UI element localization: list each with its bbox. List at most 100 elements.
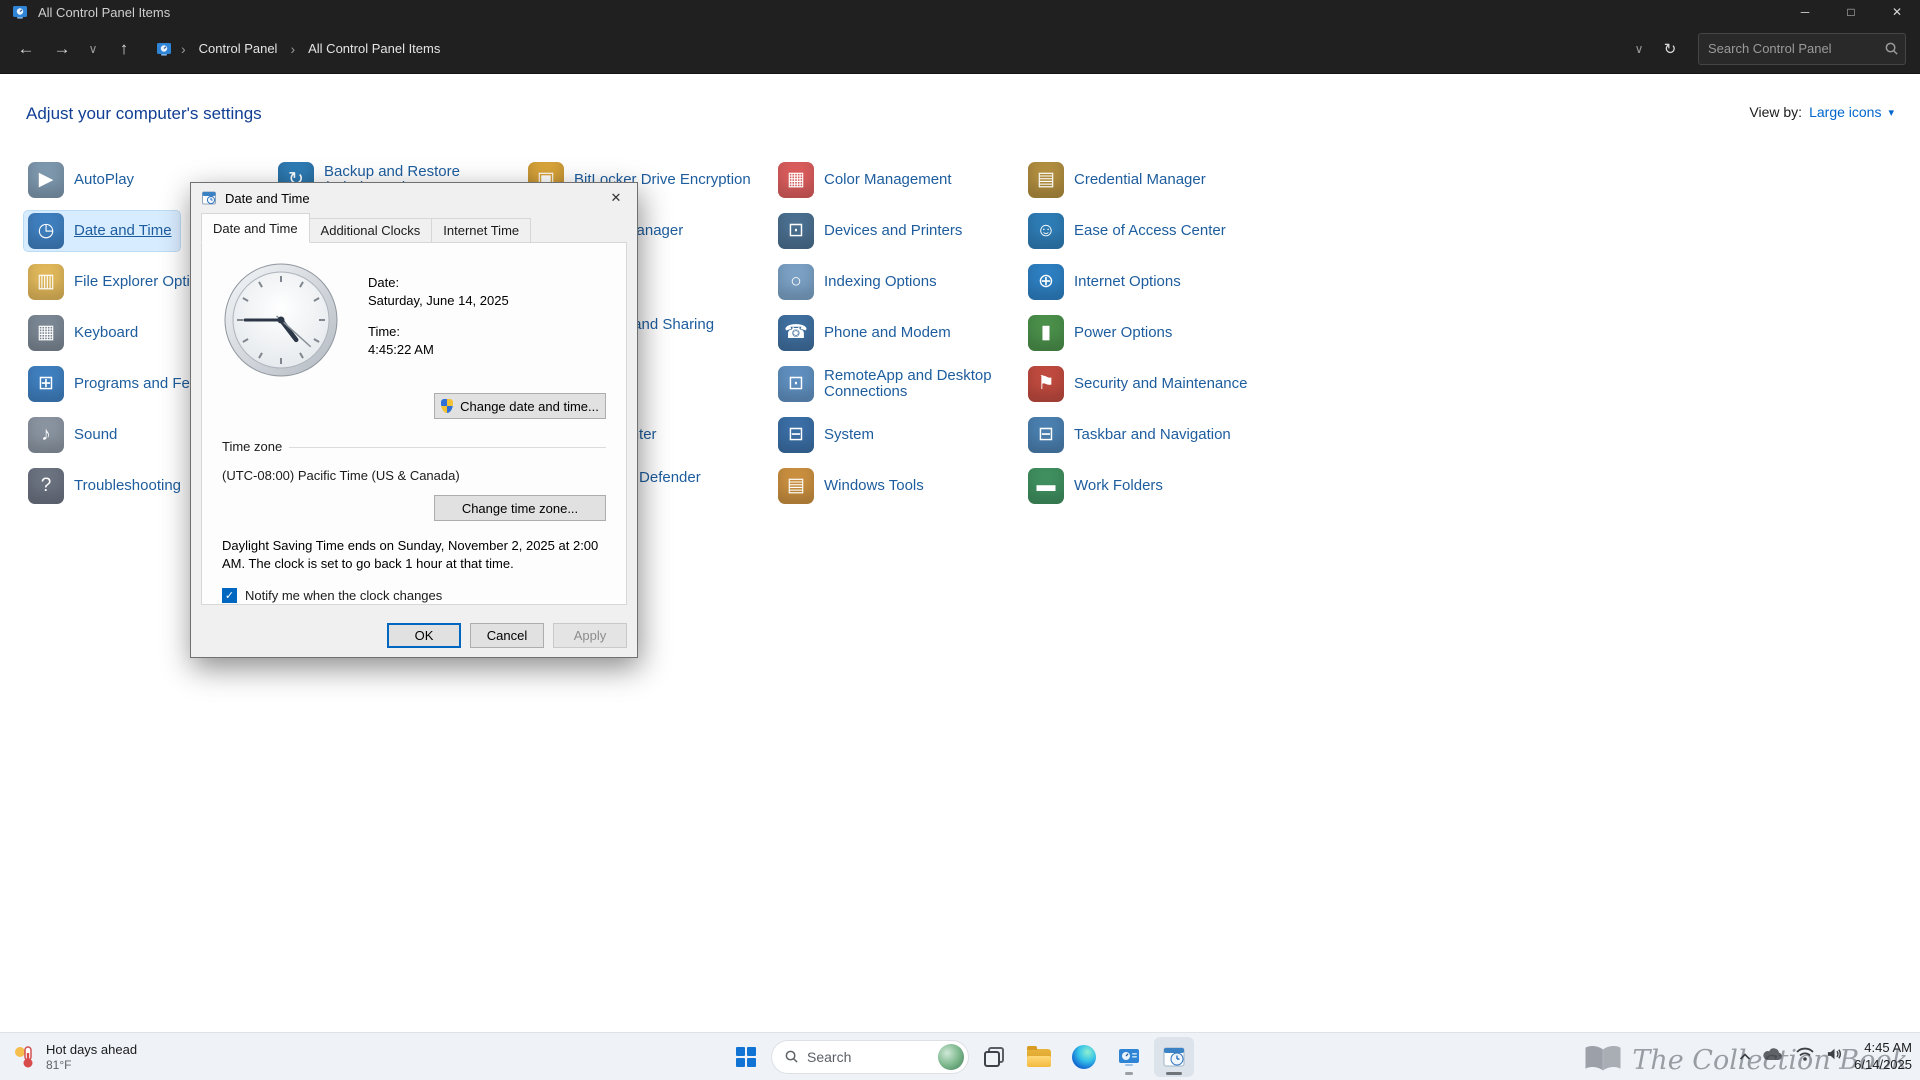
control-panel-item[interactable]: ▤ Credential Manager	[1024, 160, 1214, 200]
breadcrumb-control-panel[interactable]: Control Panel	[195, 39, 282, 58]
change-date-time-button[interactable]: Change date and time...	[434, 393, 606, 419]
control-panel-item[interactable]: ⊡ Devices and Printers	[774, 211, 970, 251]
task-view-button[interactable]	[974, 1037, 1014, 1077]
control-panel-taskbar-button[interactable]	[1109, 1037, 1149, 1077]
control-panel-item-icon: ▮	[1028, 315, 1064, 351]
control-panel-item[interactable]: ○ Indexing Options	[774, 262, 945, 302]
group-separator-line	[289, 447, 606, 448]
dialog-close-button[interactable]: ✕	[595, 183, 637, 213]
control-panel-item[interactable]: ⚑ Security and Maintenance	[1024, 364, 1255, 404]
file-explorer-icon	[1027, 1049, 1051, 1067]
tab-internet-time[interactable]: Internet Time	[431, 218, 531, 243]
notify-checkbox[interactable]	[222, 588, 237, 603]
control-panel-item[interactable]: ☎ Phone and Modem	[774, 313, 959, 353]
control-panel-item-icon: ?	[28, 468, 64, 504]
content-header: Adjust your computer's settings View by:…	[0, 74, 1920, 124]
date-time-taskbar-button[interactable]	[1154, 1037, 1194, 1077]
control-panel-item-icon: ▶	[28, 162, 64, 198]
control-panel-item[interactable]: ⊡ RemoteApp and Desktop Connections	[774, 364, 1024, 404]
edge-button[interactable]	[1064, 1037, 1104, 1077]
forward-button[interactable]: →	[44, 31, 80, 67]
control-panel-item-icon: ◷	[28, 213, 64, 249]
maximize-button[interactable]: □	[1828, 0, 1874, 24]
control-panel-item[interactable]: ▦ Keyboard	[24, 313, 146, 353]
search-icon	[1884, 41, 1899, 56]
chevron-right-icon: ›	[181, 41, 186, 57]
control-panel-item-label: Indexing Options	[824, 274, 937, 290]
control-panel-item-label: Taskbar and Navigation	[1074, 427, 1231, 443]
start-button[interactable]	[726, 1037, 766, 1077]
control-panel-item-label: Phone and Modem	[824, 325, 951, 341]
breadcrumb-all-items[interactable]: All Control Panel Items	[304, 39, 444, 58]
close-button[interactable]: ✕	[1874, 0, 1920, 24]
control-panel-item-label: Internet Options	[1074, 274, 1181, 290]
windows-logo-icon	[736, 1047, 756, 1067]
file-explorer-button[interactable]	[1019, 1037, 1059, 1077]
tab-additional-clocks[interactable]: Additional Clocks	[309, 218, 433, 243]
date-time-icon	[1162, 1045, 1186, 1069]
navigation-bar: ← → ∨ ↑ › Control Panel › All Control Pa…	[0, 24, 1920, 74]
cancel-button[interactable]: Cancel	[470, 623, 544, 648]
widgets-button[interactable]: Hot days ahead 81°F	[12, 1033, 137, 1080]
view-by-dropdown[interactable]: Large icons	[1809, 104, 1881, 120]
control-panel-item[interactable]: ◷ Date and Time	[24, 211, 180, 251]
chevron-down-icon: ▾	[1888, 106, 1894, 119]
tray-clock[interactable]: 4:45 AM 6/14/2025	[1854, 1040, 1912, 1074]
onedrive-cloud-icon[interactable]	[1762, 1047, 1784, 1066]
date-label: Date:	[368, 275, 509, 290]
recent-locations-button[interactable]: ∨	[80, 31, 106, 67]
minimize-button[interactable]: ─	[1782, 0, 1828, 24]
back-button[interactable]: ←	[8, 31, 44, 67]
tray-expand-icon[interactable]	[1739, 1048, 1751, 1066]
change-time-zone-button[interactable]: Change time zone...	[434, 495, 606, 521]
control-panel-item-label: Sound	[74, 427, 117, 443]
window-titlebar: All Control Panel Items ─ □ ✕	[0, 0, 1920, 24]
control-panel-item[interactable]: ⊕ Internet Options	[1024, 262, 1189, 302]
control-panel-item-icon: ⊞	[28, 366, 64, 402]
control-panel-item[interactable]: ▦ Color Management	[774, 160, 960, 200]
control-panel-item[interactable]: ♪ Sound	[24, 415, 125, 455]
volume-icon[interactable]	[1826, 1046, 1843, 1067]
control-panel-item[interactable]: ? Troubleshooting	[24, 466, 189, 506]
date-value: Saturday, June 14, 2025	[368, 293, 509, 308]
control-panel-icon	[156, 41, 172, 57]
control-panel-item-icon: ▬	[1028, 468, 1064, 504]
control-panel-item-icon: ☺	[1028, 213, 1064, 249]
taskbar-search[interactable]: Search	[771, 1040, 969, 1074]
control-panel-item-icon: ▦	[778, 162, 814, 198]
control-panel-item-label: Credential Manager	[1074, 172, 1206, 188]
view-by-control: View by: Large icons ▾	[1749, 104, 1894, 120]
address-dropdown-button[interactable]: ∨	[1626, 31, 1652, 67]
dialog-title: Date and Time	[225, 191, 310, 206]
up-button[interactable]: ↑	[106, 31, 142, 67]
control-panel-item[interactable]: ☺ Ease of Access Center	[1024, 211, 1234, 251]
control-panel-item-label: Work Folders	[1074, 478, 1163, 494]
control-panel-item[interactable]: ⊟ Taskbar and Navigation	[1024, 415, 1239, 455]
taskbar-search-label: Search	[807, 1049, 930, 1065]
tab-date-and-time[interactable]: Date and Time	[201, 213, 310, 243]
network-icon[interactable]	[1795, 1046, 1815, 1067]
control-panel-item-label: Ease of Access Center	[1074, 223, 1226, 239]
control-panel-item-label: Troubleshooting	[74, 478, 181, 494]
change-time-zone-label: Change time zone...	[462, 501, 578, 516]
control-panel-item[interactable]: ▬ Work Folders	[1024, 466, 1171, 506]
control-panel-item-label: RemoteApp and Desktop Connections	[824, 368, 1016, 400]
refresh-button[interactable]: ↻	[1652, 31, 1688, 67]
control-panel-item-label: Devices and Printers	[824, 223, 962, 239]
apply-button[interactable]: Apply	[553, 623, 627, 648]
control-panel-item-icon: ⊕	[1028, 264, 1064, 300]
search-input[interactable]	[1708, 41, 1884, 56]
control-panel-icon	[12, 4, 28, 20]
control-panel-item[interactable]: ▮ Power Options	[1024, 313, 1180, 353]
page-title: Adjust your computer's settings	[26, 104, 262, 124]
weather-icon	[12, 1044, 38, 1070]
control-panel-item[interactable]: ⊟ System	[774, 415, 882, 455]
control-panel-item-label: Keyboard	[74, 325, 138, 341]
running-indicator	[1125, 1072, 1133, 1075]
control-panel-item-label: Windows Tools	[824, 478, 924, 494]
control-panel-item-icon: ▤	[1028, 162, 1064, 198]
control-panel-item[interactable]: ▶ AutoPlay	[24, 160, 142, 200]
control-panel-item[interactable]: ▤ Windows Tools	[774, 466, 932, 506]
control-panel-item-icon: ☎	[778, 315, 814, 351]
ok-button[interactable]: OK	[387, 623, 461, 648]
